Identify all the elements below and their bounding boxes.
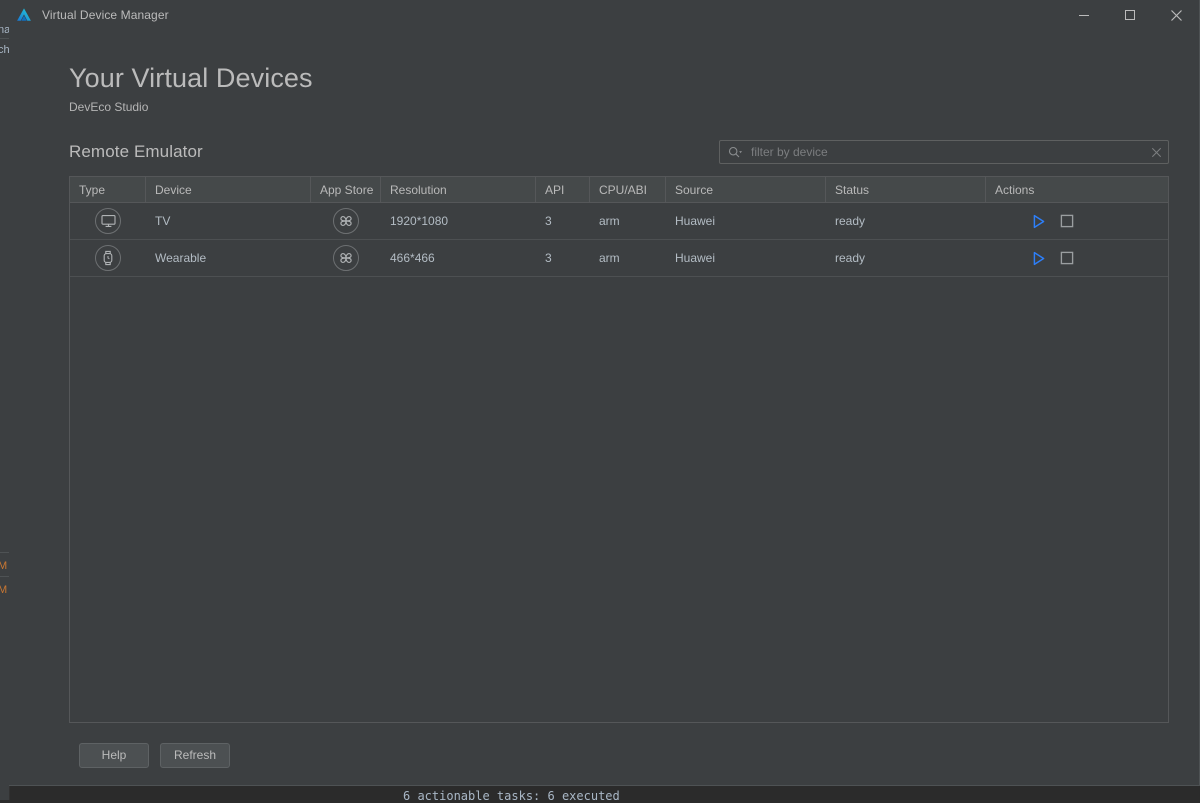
close-button[interactable] (1153, 0, 1199, 30)
cell-api: 3 (545, 251, 552, 265)
devices-table-panel: Type Device App Store Resolution API CPU… (69, 176, 1169, 723)
column-header-api[interactable]: API (536, 177, 590, 202)
window-title: Virtual Device Manager (42, 8, 169, 22)
column-header-actions[interactable]: Actions (986, 177, 1119, 202)
cell-actions (986, 203, 1119, 239)
help-button[interactable]: Help (79, 742, 149, 768)
bg-text-fragment: M (0, 560, 8, 572)
cell-actions (986, 240, 1119, 276)
cell-resolution: 466*466 (390, 251, 435, 265)
table-row[interactable]: Wearable 466*466 3 arm Huawei ready (70, 240, 1168, 277)
section-header-row: Remote Emulator (69, 139, 1169, 165)
bg-divider (0, 38, 9, 39)
play-icon (1033, 251, 1045, 265)
clear-icon[interactable] (1151, 147, 1162, 158)
cell-type (70, 240, 146, 276)
ide-console-text: 6 actionable tasks: 6 executed (403, 789, 620, 803)
cell-device: Wearable (155, 251, 207, 265)
cell-device: TV (155, 214, 171, 228)
search-dropdown-icon[interactable] (728, 146, 743, 159)
title-bar: Virtual Device Manager (9, 0, 1199, 30)
cell-app-store (311, 203, 381, 239)
stop-device-button[interactable] (1058, 212, 1076, 230)
maximize-icon (1125, 10, 1135, 20)
section-title: Remote Emulator (69, 142, 203, 161)
cell-status: ready (835, 251, 866, 265)
close-icon (1170, 9, 1182, 21)
column-header-resolution[interactable]: Resolution (381, 177, 536, 202)
column-header-app-store[interactable]: App Store (311, 177, 381, 202)
cell-resolution: 1920*1080 (390, 214, 449, 228)
refresh-button[interactable]: Refresh (160, 742, 230, 768)
bg-divider (0, 552, 9, 553)
window-controls (1061, 0, 1199, 30)
stop-device-button[interactable] (1058, 249, 1076, 267)
app-gallery-icon (333, 245, 359, 271)
cell-status: ready (835, 214, 866, 228)
virtual-device-manager-dialog: Virtual Device Manager Your Virtual Devi… (9, 0, 1200, 786)
dialog-content: Your Virtual Devices DevEco Studio Remot… (9, 30, 1199, 787)
cell-cpu-abi: arm (599, 251, 620, 265)
run-device-button[interactable] (1030, 212, 1048, 230)
app-gallery-icon (333, 208, 359, 234)
cell-cpu-abi: arm (599, 214, 620, 228)
column-header-type[interactable]: Type (70, 177, 146, 202)
search-input[interactable] (751, 145, 1151, 159)
column-header-device[interactable]: Device (146, 177, 311, 202)
column-header-status[interactable]: Status (826, 177, 986, 202)
column-header-cpu-abi[interactable]: CPU/ABI (590, 177, 666, 202)
stop-icon (1060, 214, 1074, 228)
page-title: Your Virtual Devices (69, 63, 313, 93)
dialog-footer: Help Refresh (69, 723, 1169, 787)
stop-icon (1060, 251, 1074, 265)
column-header-source[interactable]: Source (666, 177, 826, 202)
cell-type (70, 203, 146, 239)
wearable-watch-icon (95, 245, 121, 271)
cell-app-store (311, 240, 381, 276)
minimize-button[interactable] (1061, 0, 1107, 30)
bg-divider (0, 576, 9, 577)
tv-monitor-icon (95, 208, 121, 234)
deveco-logo-icon (17, 8, 31, 21)
filter-search-box[interactable] (719, 140, 1169, 164)
page-subtitle: DevEco Studio (69, 100, 149, 114)
run-device-button[interactable] (1030, 249, 1048, 267)
cell-api: 3 (545, 214, 552, 228)
cell-source: Huawei (675, 214, 716, 228)
maximize-button[interactable] (1107, 0, 1153, 30)
table-header-row: Type Device App Store Resolution API CPU… (70, 177, 1168, 203)
minimize-icon (1079, 15, 1089, 16)
table-row[interactable]: TV 1920*1080 3 arm Huawei ready (70, 203, 1168, 240)
bg-text-fragment: M (0, 584, 8, 596)
cell-source: Huawei (675, 251, 716, 265)
play-icon (1033, 214, 1045, 228)
